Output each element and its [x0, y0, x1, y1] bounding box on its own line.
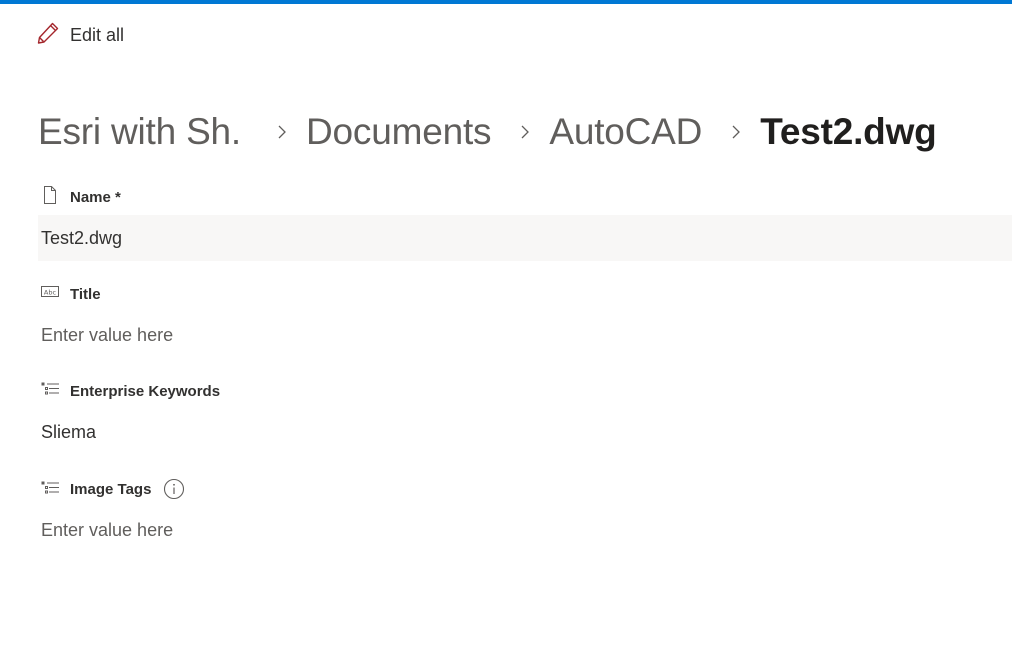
field-name-label: Name * — [70, 188, 121, 206]
pencil-icon — [36, 21, 60, 50]
field-name-header: Name * — [38, 185, 1012, 209]
managed-metadata-icon — [40, 379, 60, 404]
chevron-right-icon — [270, 125, 294, 139]
info-icon[interactable] — [163, 478, 185, 500]
breadcrumb-item-documents[interactable]: Documents — [306, 111, 492, 153]
chevron-right-icon — [724, 125, 748, 139]
svg-text:Abc: Abc — [44, 288, 57, 296]
field-image-tags-label: Image Tags — [70, 480, 152, 498]
field-image-tags-header: Image Tags — [38, 477, 1012, 501]
name-field[interactable]: Test2.dwg — [38, 215, 1012, 261]
breadcrumb-item-autocad[interactable]: AutoCAD — [549, 111, 702, 153]
edit-all-label: Edit all — [70, 24, 125, 45]
breadcrumb-item-current: Test2.dwg — [760, 111, 937, 152]
field-title-label: Title — [70, 285, 101, 303]
edit-all-button[interactable]: Edit all — [36, 20, 124, 50]
breadcrumb-item-site[interactable]: Esri with Sh... — [38, 111, 240, 153]
document-icon — [40, 185, 60, 210]
field-enterprise-keywords-label: Enterprise Keywords — [70, 382, 221, 400]
field-title-header: Abc Title — [38, 282, 1012, 306]
chevron-right-icon — [513, 125, 537, 139]
title-field[interactable]: Enter value here — [38, 312, 1012, 358]
field-title: Abc Title Enter value here — [38, 282, 1012, 358]
field-image-tags: Image Tags Enter value here — [38, 477, 1012, 553]
top-accent-bar — [0, 0, 1012, 4]
field-enterprise-keywords-header: Enterprise Keywords — [38, 379, 1012, 403]
enterprise-keywords-field[interactable]: Sliema — [38, 409, 1012, 455]
managed-metadata-icon — [40, 477, 60, 502]
breadcrumb: Esri with Sh... Documents AutoCAD Test2.… — [38, 106, 937, 158]
field-enterprise-keywords: Enterprise Keywords Sliema — [38, 379, 1012, 455]
image-tags-field[interactable]: Enter value here — [38, 507, 1012, 553]
field-name: Name * Test2.dwg — [38, 185, 1012, 261]
text-field-icon: Abc — [40, 282, 60, 307]
